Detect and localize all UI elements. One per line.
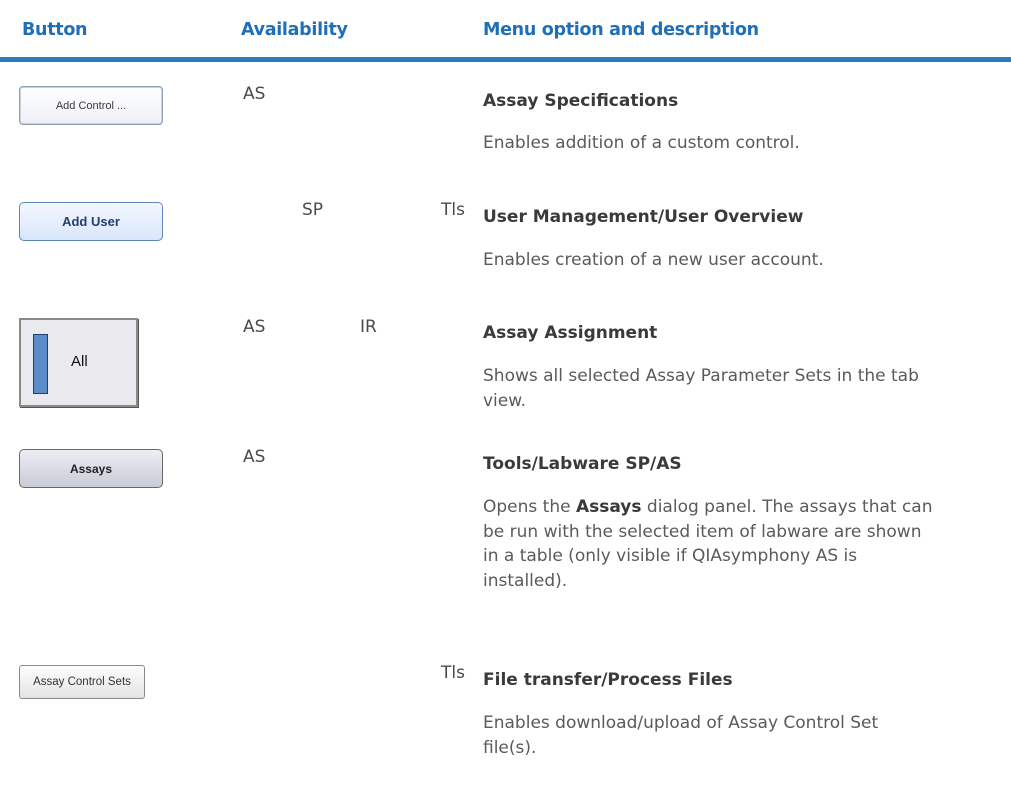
assays-button[interactable]: Assays — [19, 449, 163, 488]
menu-option: Assay Specifications — [483, 91, 679, 111]
availability-tls: Tls — [441, 200, 465, 220]
description: Opens the Assays dialog panel. The assay… — [483, 495, 993, 593]
description-line: be run with the selected item of labware… — [483, 521, 922, 542]
description: Shows all selected Assay Parameter Sets … — [483, 364, 993, 413]
menu-option: File transfer/Process Files — [483, 670, 733, 690]
menu-option: User Management/User Overview — [483, 207, 804, 227]
header-button: Button — [22, 20, 88, 40]
header-divider — [0, 57, 1011, 62]
add-control-button[interactable]: Add Control ... — [19, 86, 163, 125]
description-line: Enables download/upload of Assay Control… — [483, 713, 879, 733]
header-menu-option: Menu option and description — [483, 20, 759, 40]
assays-dialog-ref: Assays — [575, 497, 642, 517]
header-availability: Availability — [241, 20, 348, 40]
description: Enables download/upload of Assay Control… — [483, 711, 993, 760]
description-line: Opens the Assays dialog panel. The assay… — [483, 497, 933, 517]
description-line: view. — [483, 390, 526, 411]
description-line: Shows all selected Assay Parameter Sets … — [483, 366, 919, 386]
description: Enables addition of a custom control. — [483, 133, 800, 153]
availability-as: AS — [243, 84, 266, 104]
all-button-label: All — [71, 353, 88, 370]
all-button[interactable]: All — [19, 318, 138, 407]
description-line: file(s). — [483, 737, 537, 758]
availability-as: AS — [243, 317, 266, 337]
availability-tls: Tls — [441, 663, 465, 683]
menu-option: Tools/Labware SP/AS — [483, 454, 682, 474]
menu-option: Assay Assignment — [483, 323, 658, 343]
table-header: Button Availability Menu option and desc… — [0, 0, 1011, 62]
assay-control-sets-button[interactable]: Assay Control Sets — [19, 665, 145, 699]
availability-as: AS — [243, 447, 266, 467]
description-line: installed). — [483, 570, 568, 591]
availability-ir: IR — [360, 317, 377, 337]
selection-bar-icon — [33, 334, 48, 394]
description-line: in a table (only visible if QIAsymphony … — [483, 546, 858, 566]
description: Enables creation of a new user account. — [483, 250, 824, 270]
add-user-button[interactable]: Add User — [19, 202, 163, 241]
availability-sp: SP — [302, 200, 324, 220]
